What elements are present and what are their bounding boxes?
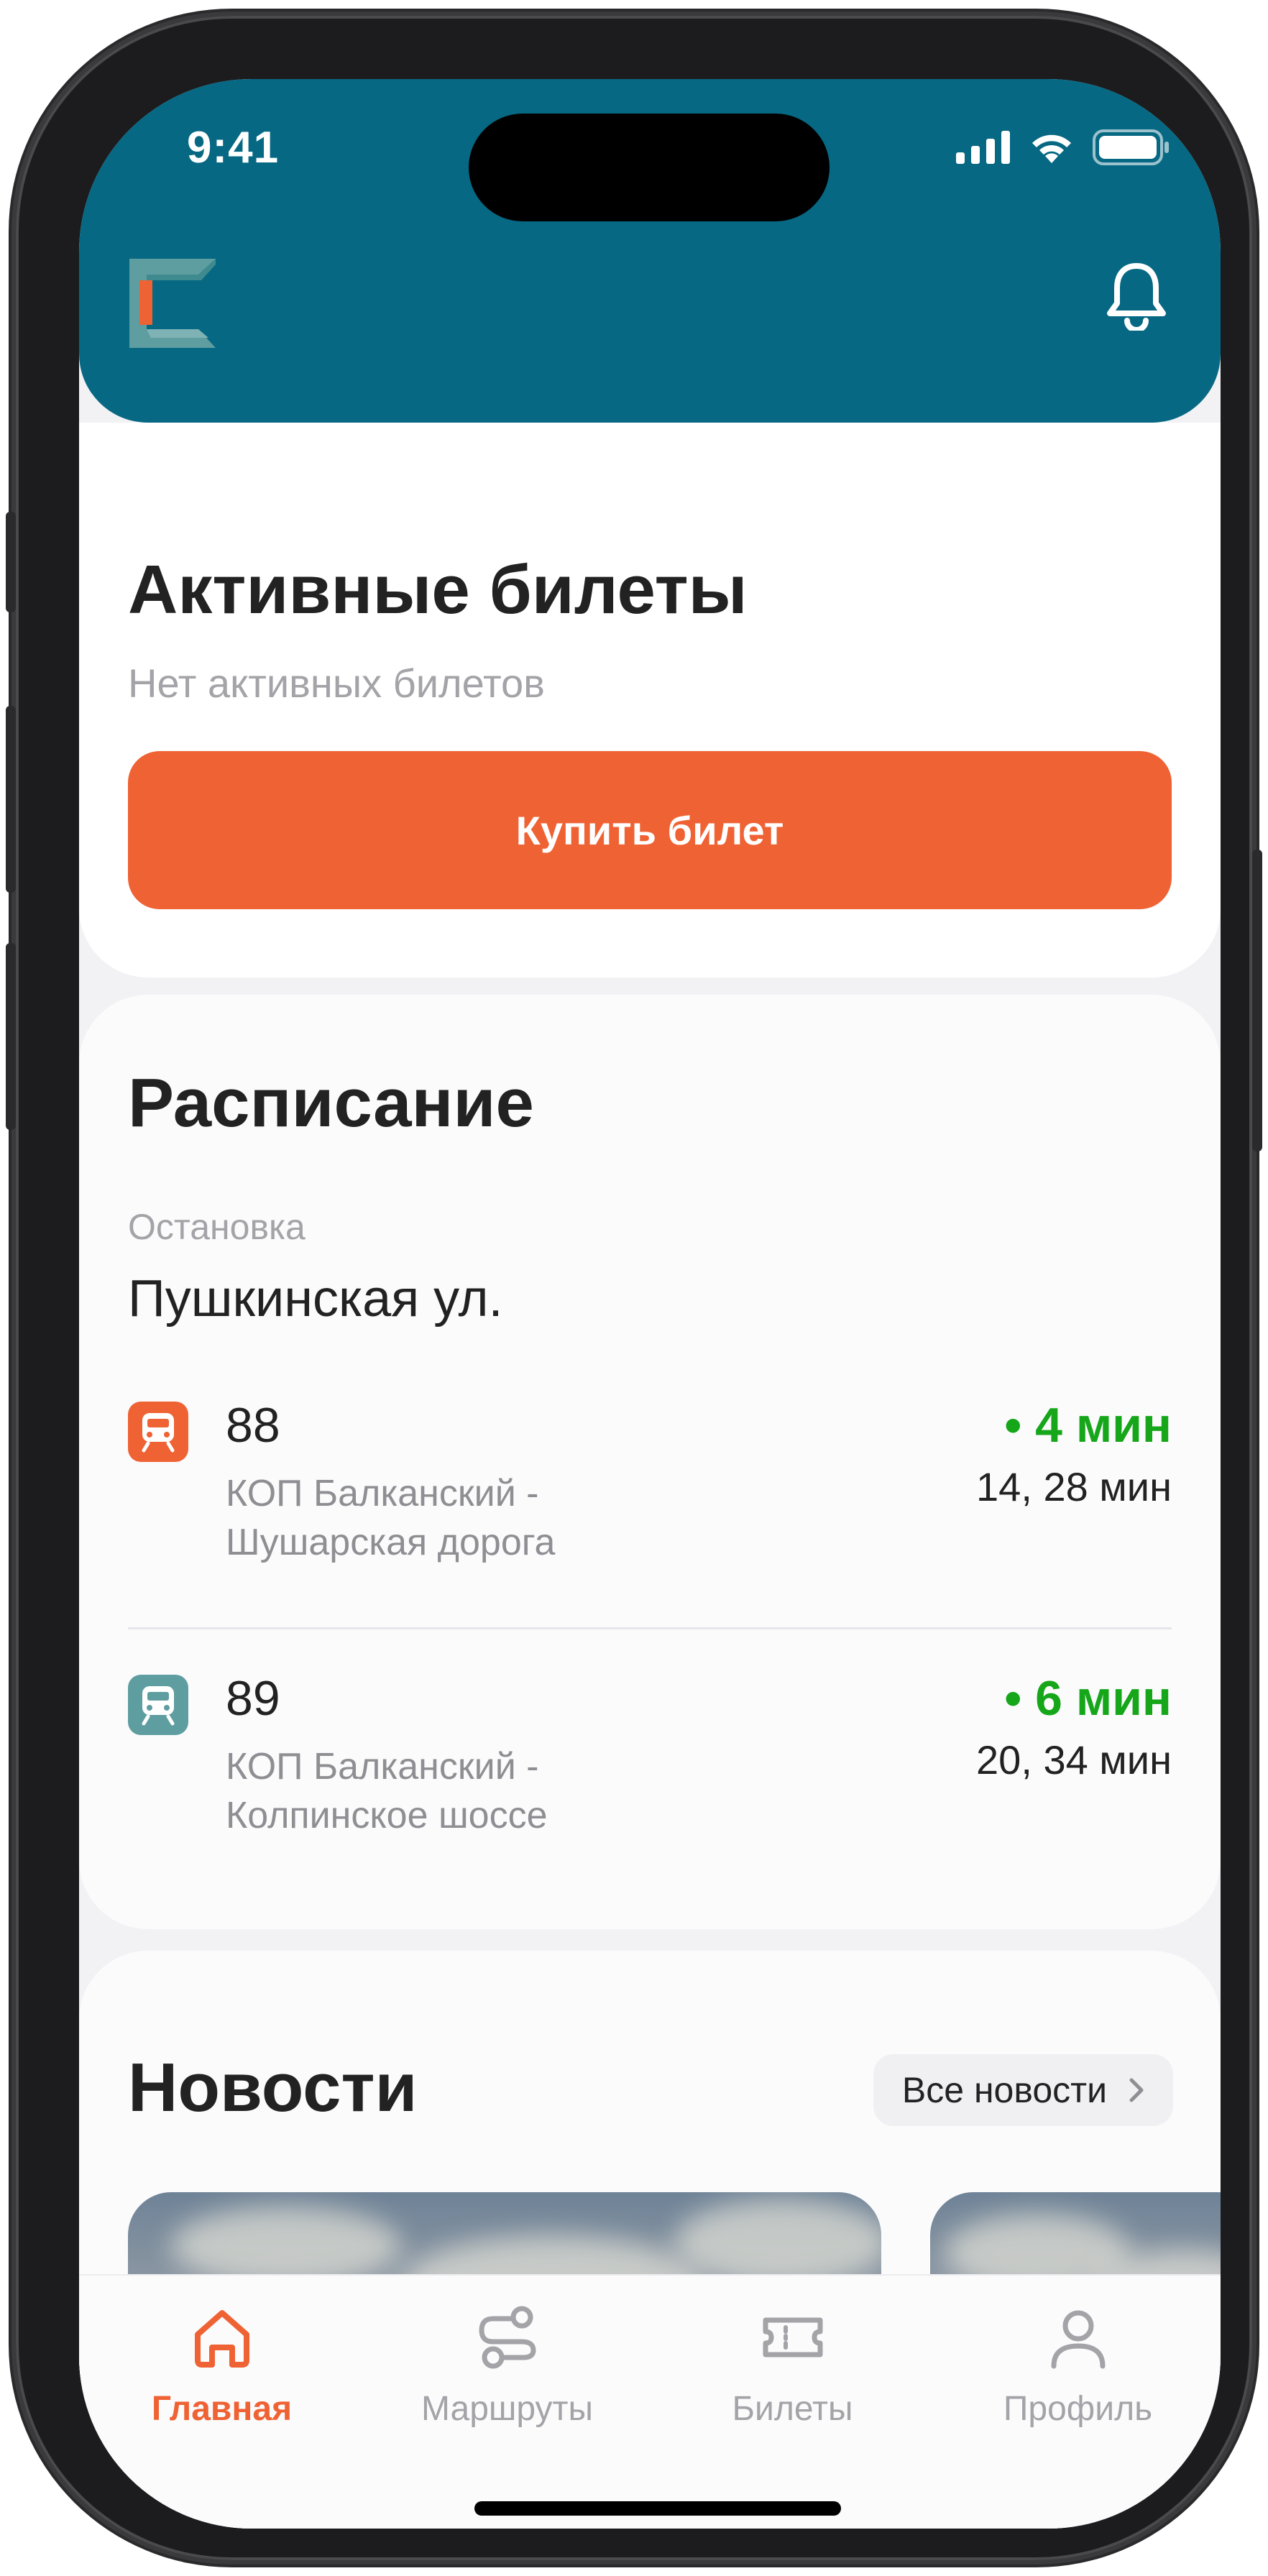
status-time: 9:41	[187, 123, 280, 172]
route-description: КОП Балканский - Колпинское шоссе	[226, 1742, 729, 1840]
route-number: 89	[226, 1671, 280, 1726]
profile-icon	[1051, 2310, 1105, 2369]
dynamic-island	[469, 114, 830, 221]
chevron-right-icon	[1129, 2078, 1144, 2102]
schedule-card: Расписание Остановка Пушкинская ул. 88 К…	[79, 995, 1221, 1929]
tab-tickets[interactable]: Билеты	[650, 2276, 935, 2448]
active-tickets-subtitle: Нет активных билетов	[128, 661, 545, 706]
tab-label: Маршруты	[421, 2390, 594, 2428]
route-desc-line2: Колпинское шоссе	[226, 1795, 548, 1836]
volume-down-button	[6, 943, 16, 1130]
home-indicator[interactable]	[474, 2501, 841, 2516]
ticket-icon	[763, 2317, 822, 2358]
tram-icon	[128, 1675, 188, 1735]
tab-home[interactable]: Главная	[79, 2276, 364, 2448]
route-eta: • 4 мин	[1004, 1398, 1172, 1453]
app-logo	[129, 259, 216, 348]
tab-label: Билеты	[732, 2390, 853, 2428]
phone-frame: 9:41 Активные билеты Нет активных билето…	[6, 16, 1262, 2560]
app-screen: 9:41 Активные билеты Нет активных билето…	[79, 79, 1221, 2529]
wifi-icon	[1032, 134, 1071, 163]
routes-icon	[478, 2306, 536, 2369]
battery-icon	[1093, 129, 1169, 165]
route-row-88[interactable]: 88 КОП Балканский - Шушарская дорога • 4…	[128, 1397, 1172, 1613]
tab-label: Главная	[151, 2390, 293, 2428]
route-next-arrivals: 14, 28 мин	[976, 1464, 1172, 1509]
status-icons	[956, 129, 1170, 165]
route-number: 88	[226, 1398, 280, 1453]
silent-switch	[6, 512, 16, 612]
tab-profile[interactable]: Профиль	[935, 2276, 1221, 2448]
active-tickets-title: Активные билеты	[128, 551, 748, 628]
route-desc-line1: КОП Балканский -	[226, 1473, 539, 1514]
route-eta: • 6 мин	[1004, 1671, 1172, 1726]
power-button	[1252, 850, 1262, 1151]
active-tickets-card: Активные билеты Нет активных билетов Куп…	[79, 423, 1221, 978]
route-description: КОП Балканский - Шушарская дорога	[226, 1469, 729, 1567]
route-desc-line1: КОП Балканский -	[226, 1746, 539, 1788]
stop-name[interactable]: Пушкинская ул.	[128, 1269, 503, 1328]
route-row-89[interactable]: 89 КОП Балканский - Колпинское шоссе • 6…	[128, 1670, 1172, 1886]
bell-icon[interactable]	[1106, 262, 1167, 331]
volume-up-button	[6, 706, 16, 893]
tab-bar: Главная Маршруты Билеты Профиль	[79, 2274, 1221, 2529]
news-title: Новости	[128, 2049, 418, 2126]
buy-ticket-button[interactable]: Купить билет	[128, 751, 1172, 909]
signal-icon	[956, 131, 1010, 164]
all-news-label: Все новости	[901, 2070, 1107, 2110]
tram-icon	[128, 1402, 188, 1462]
schedule-title: Расписание	[128, 1064, 534, 1141]
route-desc-line2: Шушарская дорога	[226, 1522, 556, 1563]
tab-routes[interactable]: Маршруты	[364, 2276, 650, 2448]
all-news-button[interactable]: Все новости	[873, 2054, 1173, 2126]
route-divider	[128, 1627, 1172, 1629]
route-next-arrivals: 20, 34 мин	[976, 1737, 1172, 1782]
app-header: 9:41	[79, 79, 1221, 423]
home-icon	[194, 2310, 249, 2368]
stop-label: Остановка	[128, 1207, 305, 1247]
tab-label: Профиль	[1003, 2390, 1153, 2428]
